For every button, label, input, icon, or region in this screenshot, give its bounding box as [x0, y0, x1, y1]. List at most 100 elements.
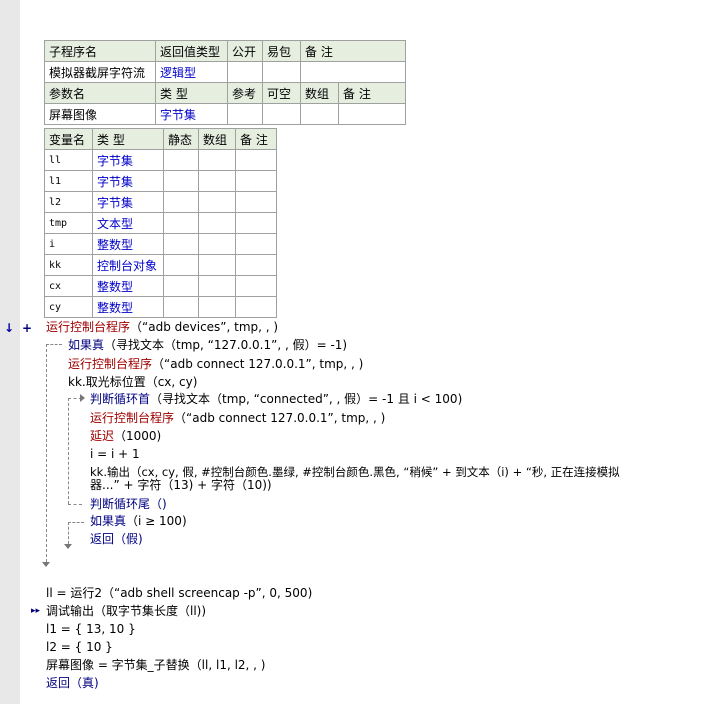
- function-name: 运行控制台程序: [68, 357, 153, 371]
- param-array-cell[interactable]: [300, 103, 339, 125]
- code-line-16[interactable]: l2 = { 10 }: [46, 639, 113, 655]
- header-var-name: 变量名: [44, 128, 93, 150]
- code-line-2[interactable]: 如果真（寻找文本（tmp, “127.0.0.1”, , 假）= -1): [68, 337, 347, 353]
- code-line-18[interactable]: 返回（真): [46, 675, 99, 691]
- code-line-12[interactable]: 返回（假): [90, 531, 143, 547]
- header-note: 备 注: [300, 40, 406, 62]
- down-arrow-icon[interactable]: ↓: [4, 320, 14, 336]
- header-var-array: 数组: [198, 128, 236, 150]
- flow-line-loop: [68, 398, 69, 504]
- code-line-6[interactable]: 运行控制台程序（“adb connect 127.0.0.1”, tmp, , …: [90, 410, 385, 426]
- param-name-cell[interactable]: 屏幕图像: [44, 103, 156, 125]
- var-name-cell[interactable]: tmp: [44, 212, 93, 234]
- note-cell[interactable]: [300, 61, 406, 83]
- flow-arrow-down: [42, 562, 50, 567]
- table-row[interactable]: tmp 文本型: [44, 212, 277, 234]
- header-param-note: 备 注: [338, 82, 406, 104]
- var-note-cell[interactable]: [235, 170, 277, 192]
- flow-branch-if2: [68, 522, 84, 523]
- var-note-cell[interactable]: [235, 191, 277, 213]
- var-name-cell[interactable]: l2: [44, 191, 93, 213]
- code-line-3[interactable]: 运行控制台程序（“adb connect 127.0.0.1”, tmp, , …: [68, 356, 363, 372]
- var-note-cell[interactable]: [235, 212, 277, 234]
- code-line-5[interactable]: 判断循环首（寻找文本（tmp, “connected”, , 假）= -1 且 …: [90, 391, 462, 407]
- var-array-cell[interactable]: [198, 275, 236, 297]
- param-note-cell[interactable]: [338, 103, 406, 125]
- var-note-cell[interactable]: [235, 296, 277, 318]
- var-array-cell[interactable]: [198, 212, 236, 234]
- var-array-cell[interactable]: [198, 149, 236, 171]
- header-public: 公开: [227, 40, 263, 62]
- table-row[interactable]: kk 控制台对象: [44, 254, 277, 276]
- breakpoint-icon[interactable]: ▸▸: [31, 603, 40, 619]
- var-name-cell[interactable]: kk: [44, 254, 93, 276]
- var-name-cell[interactable]: cy: [44, 296, 93, 318]
- var-name-cell[interactable]: l1: [44, 170, 93, 192]
- var-static-cell[interactable]: [163, 212, 199, 234]
- header-var-type: 类 型: [92, 128, 164, 150]
- code-line-7[interactable]: 延迟（1000): [90, 428, 161, 444]
- param-nullable-cell[interactable]: [262, 103, 301, 125]
- code-args: （寻找文本（tmp, “connected”, , 假）= -1 且 i < 1…: [150, 392, 463, 406]
- code-line-15[interactable]: l1 = { 13, 10 }: [46, 621, 136, 637]
- code-line-17[interactable]: 屏幕图像 = 字节集_子替换（ll, l1, l2, , ): [46, 657, 266, 673]
- table-row[interactable]: cy 整数型: [44, 296, 277, 318]
- var-note-cell[interactable]: [235, 149, 277, 171]
- var-static-cell[interactable]: [163, 233, 199, 255]
- var-type-cell[interactable]: 字节集: [92, 191, 164, 213]
- table-row[interactable]: i 整数型: [44, 233, 277, 255]
- code-line-4[interactable]: kk.取光标位置（cx, cy): [68, 374, 197, 390]
- var-array-cell[interactable]: [198, 254, 236, 276]
- table-row[interactable]: ll 字节集: [44, 149, 277, 171]
- code-line-13[interactable]: ll = 运行2（“adb shell screencap -p”, 0, 50…: [46, 585, 312, 601]
- var-array-cell[interactable]: [198, 233, 236, 255]
- var-name-cell[interactable]: ll: [44, 149, 93, 171]
- var-type-cell[interactable]: 整数型: [92, 296, 164, 318]
- code-line-11[interactable]: 如果真（i ≥ 100): [90, 513, 187, 529]
- var-note-cell[interactable]: [235, 233, 277, 255]
- var-static-cell[interactable]: [163, 275, 199, 297]
- var-static-cell[interactable]: [163, 170, 199, 192]
- var-static-cell[interactable]: [163, 149, 199, 171]
- header-ref: 参考: [227, 82, 263, 104]
- table-row[interactable]: cx 整数型: [44, 275, 277, 297]
- header-nullable: 可空: [262, 82, 301, 104]
- header-param-name: 参数名: [44, 82, 156, 104]
- return-type-cell[interactable]: 逻辑型: [155, 61, 228, 83]
- var-note-cell[interactable]: [235, 254, 277, 276]
- var-type-cell[interactable]: 文本型: [92, 212, 164, 234]
- code-line-10[interactable]: 判断循环尾（): [90, 496, 167, 512]
- table-row[interactable]: l2 字节集: [44, 191, 277, 213]
- var-static-cell[interactable]: [163, 296, 199, 318]
- param-ref-cell[interactable]: [227, 103, 263, 125]
- function-name: 运行控制台程序: [46, 320, 131, 334]
- var-type-cell[interactable]: 整数型: [92, 275, 164, 297]
- flow-arrow-down-2: [64, 544, 72, 549]
- header-array: 数组: [300, 82, 339, 104]
- var-array-cell[interactable]: [198, 191, 236, 213]
- var-name-cell[interactable]: cx: [44, 275, 93, 297]
- code-line-14[interactable]: 调试输出（取字节集长度（ll)): [46, 603, 206, 619]
- sub-name-cell[interactable]: 模拟器截屏字符流: [44, 61, 156, 83]
- code-line-1[interactable]: 运行控制台程序（“adb devices”, tmp, , ): [46, 319, 278, 335]
- var-type-cell[interactable]: 字节集: [92, 149, 164, 171]
- var-static-cell[interactable]: [163, 191, 199, 213]
- subroutine-table: 子程序名 返回值类型 公开 易包 备 注 模拟器截屏字符流 逻辑型 参数名 类 …: [44, 40, 406, 125]
- var-type-cell[interactable]: 字节集: [92, 170, 164, 192]
- var-array-cell[interactable]: [198, 296, 236, 318]
- var-type-cell[interactable]: 控制台对象: [92, 254, 164, 276]
- public-cell[interactable]: [227, 61, 263, 83]
- code-line-8[interactable]: i = i + 1: [90, 446, 140, 462]
- param-type-cell[interactable]: 字节集: [155, 103, 228, 125]
- var-array-cell[interactable]: [198, 170, 236, 192]
- var-name-cell[interactable]: i: [44, 233, 93, 255]
- var-note-cell[interactable]: [235, 275, 277, 297]
- flow-branch-loop-bottom: [68, 504, 82, 505]
- easy-pkg-cell[interactable]: [262, 61, 301, 83]
- var-type-cell[interactable]: 整数型: [92, 233, 164, 255]
- var-static-cell[interactable]: [163, 254, 199, 276]
- plus-icon[interactable]: +: [22, 320, 32, 336]
- table-row[interactable]: l1 字节集: [44, 170, 277, 192]
- keyword-if: 如果真: [68, 338, 105, 352]
- code-line-9-cont[interactable]: 器...” + 字符（13) + 字符（10)): [90, 477, 272, 493]
